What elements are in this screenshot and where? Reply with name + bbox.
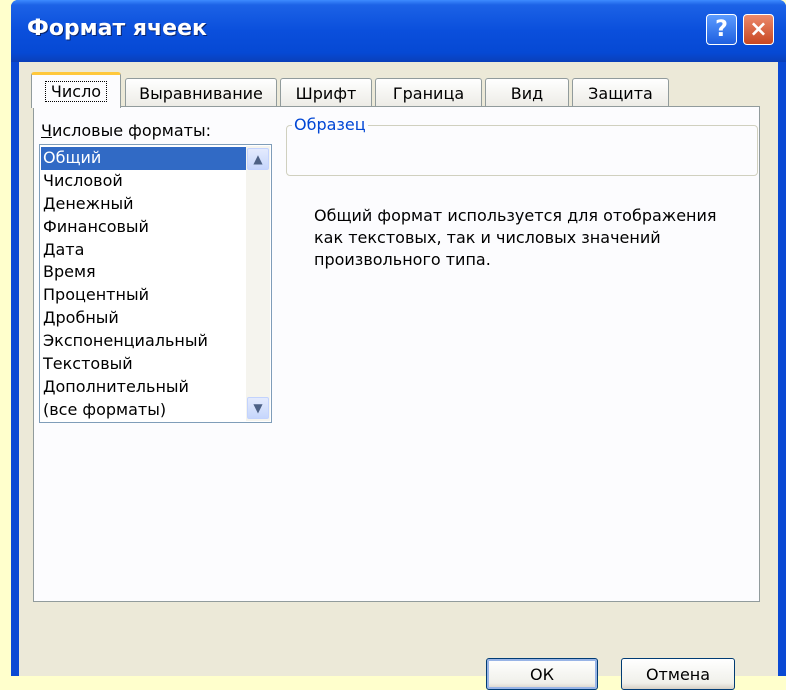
list-items: Общий Числовой Денежный Финансовый Дата …	[41, 147, 247, 422]
list-item[interactable]: (все форматы)	[41, 399, 247, 422]
close-icon: ×	[749, 17, 768, 42]
help-icon: ?	[715, 17, 728, 42]
tab-label: Вид	[510, 83, 544, 103]
ok-button[interactable]: ОК	[486, 658, 598, 690]
chevron-down-icon: ▼	[253, 401, 263, 415]
tab-border[interactable]: Граница	[375, 78, 482, 107]
close-button[interactable]: ×	[743, 14, 774, 45]
tab-panel-number: Числовые форматы: Общий Числовой Денежны…	[33, 106, 760, 602]
help-button[interactable]: ?	[706, 14, 737, 45]
format-cells-dialog: Формат ячеек ? × Число Выравнивание Шриф…	[11, 0, 786, 690]
tab-protection[interactable]: Защита	[572, 78, 669, 107]
chevron-up-icon: ▲	[253, 152, 263, 166]
cancel-button-label: Отмена	[645, 664, 711, 684]
sample-label: Образец	[292, 115, 368, 134]
list-item[interactable]: Финансовый	[41, 216, 247, 239]
hotkey-letter: Ч	[41, 121, 52, 140]
scroll-up-button[interactable]: ▲	[247, 148, 269, 170]
title-bar[interactable]: Формат ячеек ? ×	[11, 0, 786, 62]
tab-fill[interactable]: Вид	[485, 78, 569, 107]
number-formats-list[interactable]: Общий Числовой Денежный Финансовый Дата …	[39, 144, 272, 423]
list-item[interactable]: Экспоненциальный	[41, 330, 247, 353]
tab-label: Граница	[392, 83, 465, 103]
list-item[interactable]: Процентный	[41, 284, 247, 307]
dialog-client-area: Число Выравнивание Шрифт Граница Вид Защ…	[19, 62, 778, 676]
tab-alignment[interactable]: Выравнивание	[125, 78, 277, 107]
tab-label: Шрифт	[295, 83, 357, 103]
list-item[interactable]: Дополнительный	[41, 376, 247, 399]
number-formats-label: Числовые форматы:	[41, 121, 211, 140]
list-item[interactable]: Дробный	[41, 307, 247, 330]
list-item[interactable]: Денежный	[41, 193, 247, 216]
list-item[interactable]: Текстовый	[41, 353, 247, 376]
list-item[interactable]: Общий	[41, 147, 247, 170]
cancel-button[interactable]: Отмена	[621, 658, 735, 690]
label-text: исловые форматы:	[51, 121, 212, 140]
tab-label: Число	[44, 81, 108, 102]
tab-label: Выравнивание	[139, 83, 263, 103]
tab-font[interactable]: Шрифт	[280, 78, 372, 107]
list-item[interactable]: Время	[41, 261, 247, 284]
list-item[interactable]: Числовой	[41, 170, 247, 193]
list-item[interactable]: Дата	[41, 239, 247, 262]
ok-button-label: ОК	[530, 664, 554, 684]
scroll-down-button[interactable]: ▼	[247, 397, 269, 419]
tab-number[interactable]: Число	[31, 72, 121, 108]
tab-label: Защита	[588, 83, 653, 103]
window-title: Формат ячеек	[27, 16, 207, 41]
format-description: Общий формат используется для отображени…	[314, 206, 717, 269]
list-scrollbar[interactable]: ▲ ▼	[246, 146, 270, 421]
